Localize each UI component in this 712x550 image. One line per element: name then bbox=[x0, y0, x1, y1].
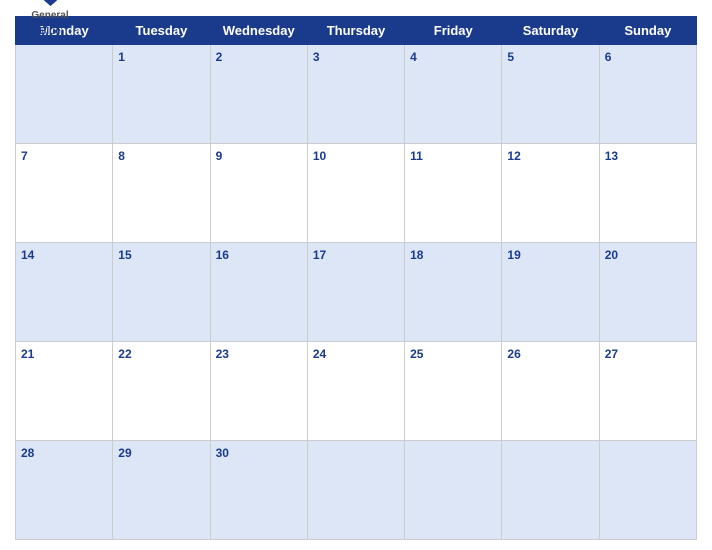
calendar-cell: 15 bbox=[113, 243, 210, 342]
calendar-cell bbox=[16, 45, 113, 144]
day-number: 11 bbox=[410, 149, 423, 163]
calendar-cell: 11 bbox=[405, 144, 502, 243]
calendar-cell: 19 bbox=[502, 243, 599, 342]
calendar-cell: 4 bbox=[405, 45, 502, 144]
calendar-cell: 21 bbox=[16, 342, 113, 441]
calendar-cell: 29 bbox=[113, 441, 210, 540]
calendar-cell: 24 bbox=[307, 342, 404, 441]
calendar-table: MondayTuesdayWednesdayThursdayFridaySatu… bbox=[15, 16, 697, 540]
calendar-cell: 23 bbox=[210, 342, 307, 441]
calendar-week-row: 7 8 9 10 11 12 13 bbox=[16, 144, 697, 243]
day-number: 12 bbox=[507, 149, 520, 163]
day-number: 1 bbox=[118, 50, 125, 64]
day-number: 14 bbox=[21, 248, 34, 262]
calendar-cell: 6 bbox=[599, 45, 696, 144]
weekday-header-wednesday: Wednesday bbox=[210, 17, 307, 45]
calendar-week-row: 28 29 30 bbox=[16, 441, 697, 540]
day-number: 9 bbox=[216, 149, 223, 163]
day-number: 24 bbox=[313, 347, 326, 361]
calendar-cell: 3 bbox=[307, 45, 404, 144]
weekday-header-row: MondayTuesdayWednesdayThursdayFridaySatu… bbox=[16, 17, 697, 45]
day-number: 23 bbox=[216, 347, 229, 361]
day-number: 26 bbox=[507, 347, 520, 361]
calendar-cell bbox=[502, 441, 599, 540]
calendar-cell: 13 bbox=[599, 144, 696, 243]
calendar-cell: 10 bbox=[307, 144, 404, 243]
day-number: 22 bbox=[118, 347, 131, 361]
day-number: 25 bbox=[410, 347, 423, 361]
calendar-cell: 28 bbox=[16, 441, 113, 540]
day-number: 28 bbox=[21, 446, 34, 460]
day-number: 27 bbox=[605, 347, 618, 361]
day-number: 3 bbox=[313, 50, 320, 64]
day-number: 18 bbox=[410, 248, 423, 262]
calendar-cell: 14 bbox=[16, 243, 113, 342]
calendar-cell: 22 bbox=[113, 342, 210, 441]
day-number: 8 bbox=[118, 149, 125, 163]
calendar-cell bbox=[599, 441, 696, 540]
weekday-header-sunday: Sunday bbox=[599, 17, 696, 45]
calendar-cell: 1 bbox=[113, 45, 210, 144]
day-number: 29 bbox=[118, 446, 131, 460]
day-number: 13 bbox=[605, 149, 618, 163]
weekday-header-thursday: Thursday bbox=[307, 17, 404, 45]
calendar-cell bbox=[405, 441, 502, 540]
calendar-cell: 20 bbox=[599, 243, 696, 342]
calendar-cell: 7 bbox=[16, 144, 113, 243]
calendar-cell: 27 bbox=[599, 342, 696, 441]
calendar-week-row: 21 22 23 24 25 26 27 bbox=[16, 342, 697, 441]
calendar-week-row: 1 2 3 4 5 6 bbox=[16, 45, 697, 144]
calendar-cell: 25 bbox=[405, 342, 502, 441]
calendar-cell: 16 bbox=[210, 243, 307, 342]
logo: General Blue bbox=[15, 0, 85, 39]
calendar-cell: 26 bbox=[502, 342, 599, 441]
weekday-header-tuesday: Tuesday bbox=[113, 17, 210, 45]
calendar-cell: 8 bbox=[113, 144, 210, 243]
calendar-cell: 5 bbox=[502, 45, 599, 144]
calendar-week-row: 14 15 16 17 18 19 20 bbox=[16, 243, 697, 342]
calendar-cell: 30 bbox=[210, 441, 307, 540]
weekday-header-saturday: Saturday bbox=[502, 17, 599, 45]
calendar-cell bbox=[307, 441, 404, 540]
day-number: 7 bbox=[21, 149, 28, 163]
day-number: 2 bbox=[216, 50, 223, 64]
calendar-cell: 17 bbox=[307, 243, 404, 342]
day-number: 4 bbox=[410, 50, 417, 64]
day-number: 19 bbox=[507, 248, 520, 262]
day-number: 30 bbox=[216, 446, 229, 460]
logo-blue-text: Blue bbox=[39, 26, 61, 37]
day-number: 6 bbox=[605, 50, 612, 64]
day-number: 15 bbox=[118, 248, 131, 262]
day-number: 10 bbox=[313, 149, 326, 163]
day-number: 16 bbox=[216, 248, 229, 262]
calendar-cell: 2 bbox=[210, 45, 307, 144]
weekday-header-friday: Friday bbox=[405, 17, 502, 45]
day-number: 20 bbox=[605, 248, 618, 262]
calendar-cell: 9 bbox=[210, 144, 307, 243]
day-number: 17 bbox=[313, 248, 326, 262]
logo-general-text: General bbox=[31, 10, 68, 21]
day-number: 5 bbox=[507, 50, 514, 64]
calendar-cell: 12 bbox=[502, 144, 599, 243]
calendar-cell: 18 bbox=[405, 243, 502, 342]
day-number: 21 bbox=[21, 347, 34, 361]
